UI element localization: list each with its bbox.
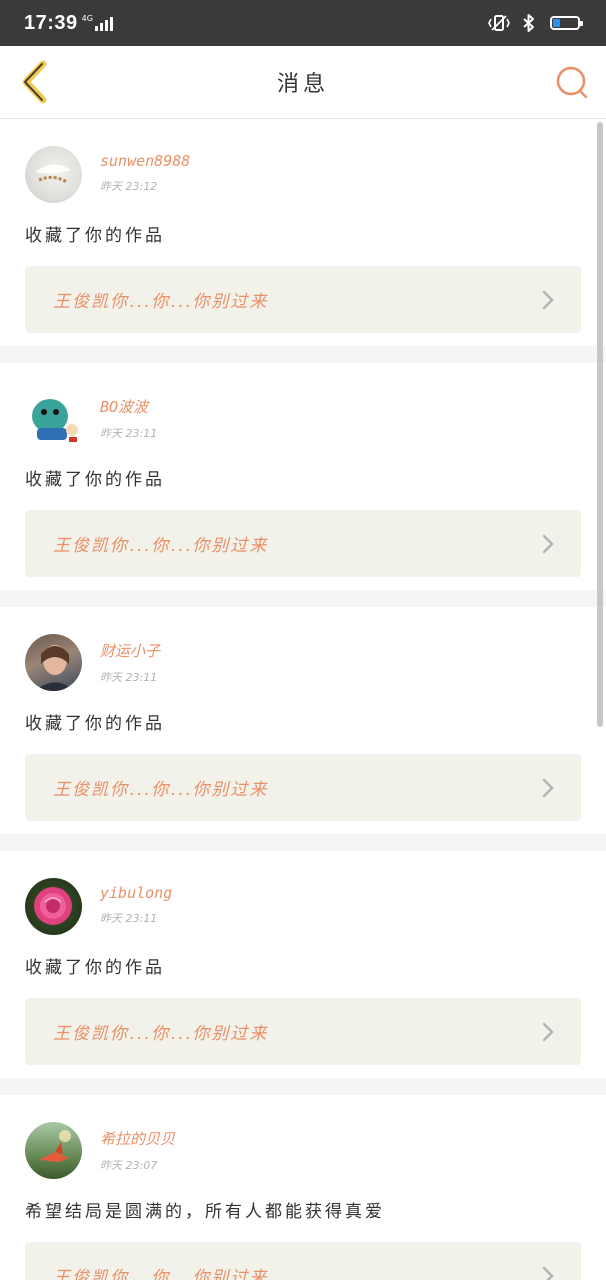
chevron-left-icon bbox=[22, 60, 47, 104]
search-icon bbox=[556, 66, 588, 99]
status-right bbox=[476, 13, 583, 33]
message-card: sunwen8988 昨天 23:12 收藏了你的作品 王俊凯你...你...你… bbox=[0, 119, 606, 346]
message-header: 财运小子 昨天 23:11 bbox=[25, 607, 581, 691]
timestamp: 昨天 23:07 bbox=[100, 1159, 158, 1172]
work-link[interactable]: 王俊凯你...你...你别过来 bbox=[25, 510, 581, 577]
message-header: sunwen8988 昨天 23:12 bbox=[25, 119, 581, 203]
avatar[interactable] bbox=[25, 1122, 82, 1179]
status-bar: 17:39 4G bbox=[0, 0, 606, 46]
chevron-right-icon bbox=[541, 777, 555, 799]
message-header: 希拉的贝贝 昨天 23:07 bbox=[25, 1095, 581, 1179]
user-info: 希拉的贝贝 昨天 23:07 bbox=[100, 1122, 175, 1173]
message-card: 希拉的贝贝 昨天 23:07 希望结局是圆满的，所有人都能获得真爱 王俊凯你..… bbox=[0, 1095, 606, 1280]
battery-icon bbox=[550, 16, 583, 30]
chevron-right-icon bbox=[541, 1021, 555, 1043]
back-button[interactable] bbox=[12, 58, 56, 106]
message-text: 收藏了你的作品 bbox=[25, 470, 165, 490]
signal-icon bbox=[94, 15, 115, 31]
work-title: 王俊凯你...你...你别过来 bbox=[53, 780, 269, 800]
timestamp: 昨天 23:11 bbox=[100, 427, 158, 440]
message-header: BO波波 昨天 23:11 bbox=[25, 363, 581, 447]
username-link[interactable]: 希拉的贝贝 bbox=[100, 1128, 175, 1149]
bluetooth-icon bbox=[522, 13, 536, 33]
work-title: 王俊凯你...你...你别过来 bbox=[53, 536, 269, 556]
work-link[interactable]: 王俊凯你...你...你别过来 bbox=[25, 754, 581, 821]
username-link[interactable]: sunwen8988 bbox=[100, 152, 190, 170]
status-time: 17:39 bbox=[24, 11, 78, 34]
timestamp: 昨天 23:11 bbox=[100, 912, 158, 925]
chevron-right-icon bbox=[541, 1265, 555, 1280]
avatar[interactable] bbox=[25, 390, 82, 447]
chevron-right-icon bbox=[541, 289, 555, 311]
work-link[interactable]: 王俊凯你...你...你别过来 bbox=[25, 266, 581, 333]
scrollbar[interactable] bbox=[597, 122, 603, 727]
message-feed[interactable]: sunwen8988 昨天 23:12 收藏了你的作品 王俊凯你...你...你… bbox=[0, 119, 606, 1280]
work-link[interactable]: 王俊凯你...你...你别过来 bbox=[25, 998, 581, 1065]
avatar[interactable] bbox=[25, 146, 82, 203]
message-text: 收藏了你的作品 bbox=[25, 958, 165, 978]
username-link[interactable]: 财运小子 bbox=[100, 640, 160, 661]
message-card: 财运小子 昨天 23:11 收藏了你的作品 王俊凯你...你...你别过来 bbox=[0, 607, 606, 834]
message-card: yibulong 昨天 23:11 收藏了你的作品 王俊凯你...你...你别过… bbox=[0, 851, 606, 1078]
work-link[interactable]: 王俊凯你...你...你别过来 bbox=[25, 1242, 581, 1280]
page-title: 消息 bbox=[276, 72, 329, 97]
network-badge: 4G bbox=[81, 13, 93, 23]
message-text: 希望结局是圆满的，所有人都能获得真爱 bbox=[25, 1202, 385, 1222]
chevron-right-icon bbox=[541, 533, 555, 555]
message-text: 收藏了你的作品 bbox=[25, 714, 165, 734]
battery-level bbox=[553, 19, 560, 27]
message-card: BO波波 昨天 23:11 收藏了你的作品 王俊凯你...你...你别过来 bbox=[0, 363, 606, 590]
timestamp: 昨天 23:11 bbox=[100, 671, 158, 684]
user-info: 财运小子 昨天 23:11 bbox=[100, 634, 160, 685]
work-title: 王俊凯你...你...你别过来 bbox=[53, 292, 269, 312]
avatar[interactable] bbox=[25, 878, 82, 935]
message-text: 收藏了你的作品 bbox=[25, 226, 165, 246]
search-button[interactable] bbox=[552, 62, 592, 102]
username-link[interactable]: BO波波 bbox=[100, 396, 157, 417]
work-title: 王俊凯你...你...你别过来 bbox=[53, 1268, 269, 1280]
work-title: 王俊凯你...你...你别过来 bbox=[53, 1024, 269, 1044]
status-left: 17:39 4G bbox=[24, 12, 115, 35]
message-header: yibulong 昨天 23:11 bbox=[25, 851, 581, 935]
header: 消息 bbox=[0, 46, 606, 119]
username-link[interactable]: yibulong bbox=[100, 884, 172, 902]
vibrate-icon bbox=[488, 14, 510, 32]
avatar[interactable] bbox=[25, 634, 82, 691]
user-info: sunwen8988 昨天 23:12 bbox=[100, 146, 190, 194]
timestamp: 昨天 23:12 bbox=[100, 180, 158, 193]
user-info: BO波波 昨天 23:11 bbox=[100, 390, 157, 441]
user-info: yibulong 昨天 23:11 bbox=[100, 878, 172, 926]
